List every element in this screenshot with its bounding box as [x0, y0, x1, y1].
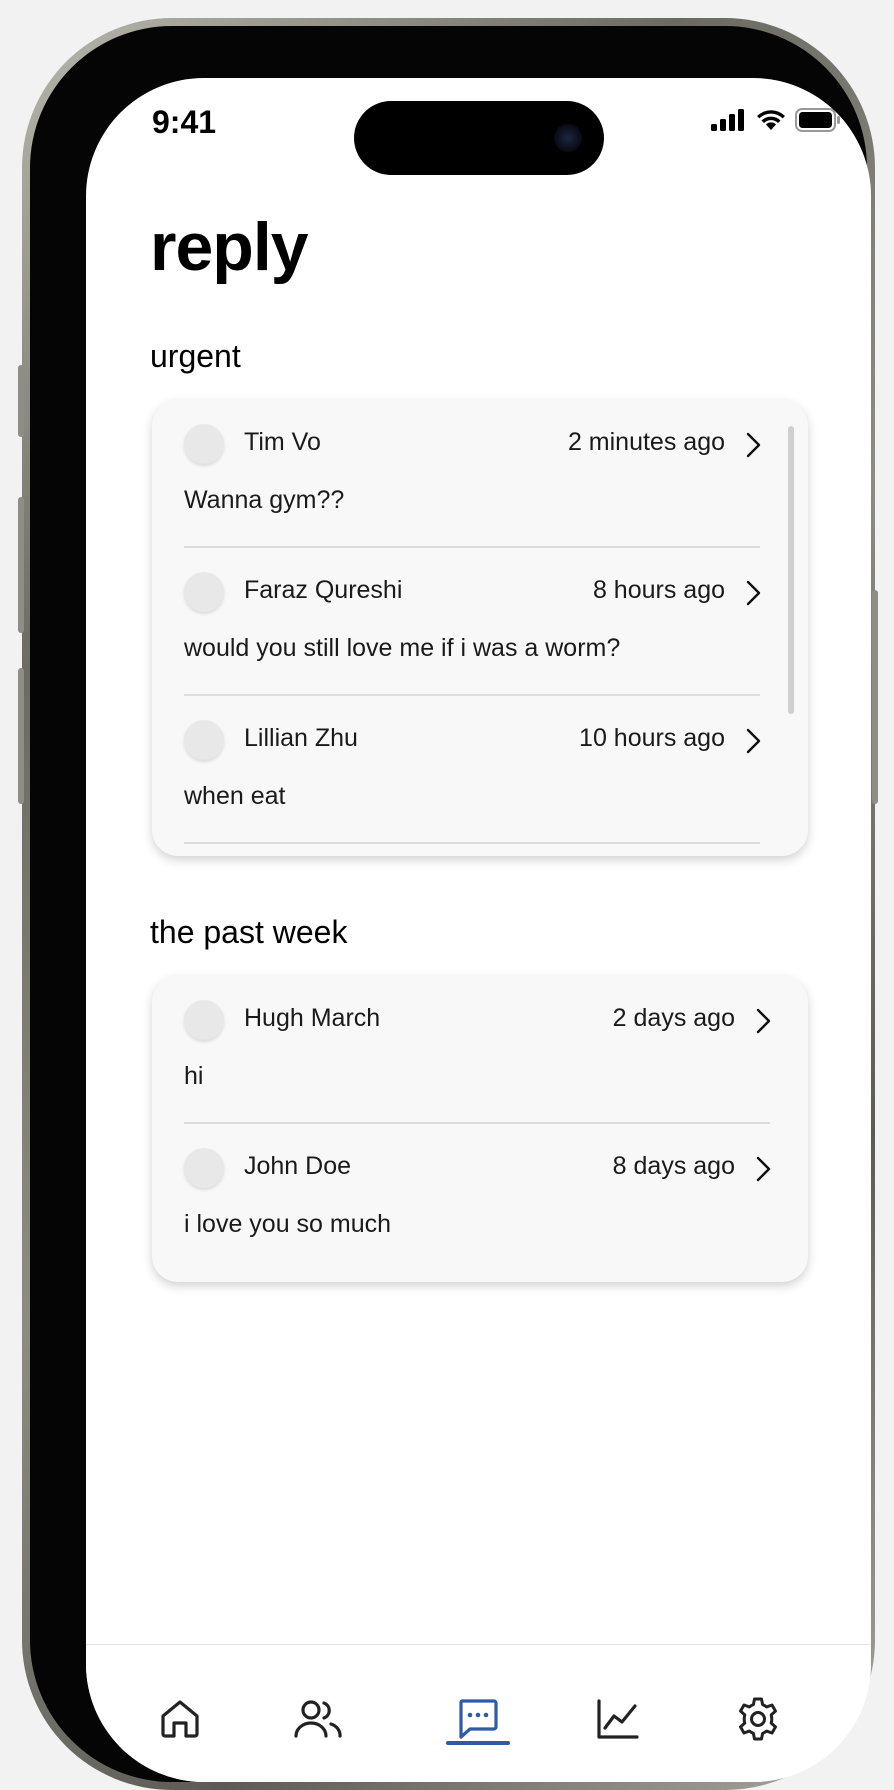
chart-icon	[597, 1699, 639, 1739]
home-icon	[161, 1700, 199, 1738]
message-preview: i love you so much	[184, 1210, 392, 1238]
nav-reply[interactable]	[448, 1689, 508, 1749]
phone-bezel: 9:41 reply urgent Tim Vo 2 minutes ago W…	[30, 26, 871, 1782]
nav-stats[interactable]	[588, 1689, 648, 1749]
message-row[interactable]: John Doe 8 days ago i love you so much	[184, 1124, 771, 1272]
gear-icon	[739, 1697, 777, 1741]
past-week-messages-card[interactable]: Hugh March 2 days ago hi John Doe 8 days…	[152, 976, 808, 1282]
wifi-icon	[757, 110, 785, 130]
message-time: 8 hours ago	[592, 576, 725, 604]
volume-up-button	[18, 497, 24, 633]
avatar	[184, 1000, 224, 1040]
message-row[interactable]: Faraz Qureshi 8 hours ago would you stil…	[184, 548, 761, 696]
status-icons	[711, 108, 841, 132]
active-tab-indicator	[446, 1741, 510, 1745]
message-row[interactable]: Lillian Zhu 10 hours ago when eat	[184, 696, 761, 844]
volume-down-button	[18, 668, 24, 804]
dynamic-island	[354, 101, 604, 175]
nav-people[interactable]	[288, 1689, 348, 1749]
sender-name: Tim Vo	[244, 428, 321, 456]
sender-name: John Doe	[244, 1152, 352, 1180]
avatar	[184, 424, 224, 464]
chevron-right-icon[interactable]	[750, 1006, 776, 1036]
status-bar: 9:41	[86, 78, 871, 188]
mute-switch	[18, 365, 24, 437]
message-row[interactable]: Tim Vo 2 minutes ago Wanna gym??	[184, 400, 761, 548]
divider	[184, 842, 760, 844]
screen: 9:41 reply urgent Tim Vo 2 minutes ago W…	[86, 78, 871, 1782]
section-title-past-week: the past week	[150, 914, 348, 950]
page-title: reply	[150, 209, 309, 285]
message-preview: would you still love me if i was a worm?	[184, 634, 621, 662]
sender-name: Lillian Zhu	[244, 724, 358, 752]
message-time: 10 hours ago	[579, 724, 725, 752]
avatar	[184, 1148, 224, 1188]
message-preview: hi	[184, 1062, 204, 1090]
status-time: 9:41	[152, 104, 217, 140]
front-camera	[554, 124, 582, 152]
message-icon	[459, 1699, 498, 1739]
message-time: 2 days ago	[612, 1004, 735, 1032]
bottom-nav	[86, 1644, 871, 1782]
chevron-right-icon[interactable]	[740, 578, 766, 608]
avatar	[184, 720, 224, 760]
scrollbar[interactable]	[788, 426, 794, 714]
users-icon	[294, 1700, 342, 1738]
power-button	[872, 590, 878, 804]
chevron-right-icon[interactable]	[750, 1154, 776, 1184]
urgent-messages-card[interactable]: Tim Vo 2 minutes ago Wanna gym?? Faraz Q…	[152, 400, 808, 856]
avatar	[184, 572, 224, 612]
chevron-right-icon[interactable]	[740, 726, 766, 756]
nav-settings[interactable]	[728, 1689, 788, 1749]
cellular-signal-icon	[711, 109, 744, 131]
sender-name: Faraz Qureshi	[244, 576, 403, 604]
battery-icon	[795, 108, 840, 132]
nav-home[interactable]	[150, 1689, 210, 1749]
message-time: 2 minutes ago	[567, 428, 725, 456]
message-row[interactable]: Hugh March 2 days ago hi	[184, 976, 771, 1124]
sender-name: Hugh March	[244, 1004, 381, 1032]
message-preview: when eat	[184, 782, 286, 810]
message-time: 8 days ago	[612, 1152, 735, 1180]
chevron-right-icon[interactable]	[740, 430, 766, 460]
section-title-urgent: urgent	[150, 338, 241, 374]
message-preview: Wanna gym??	[184, 486, 345, 514]
